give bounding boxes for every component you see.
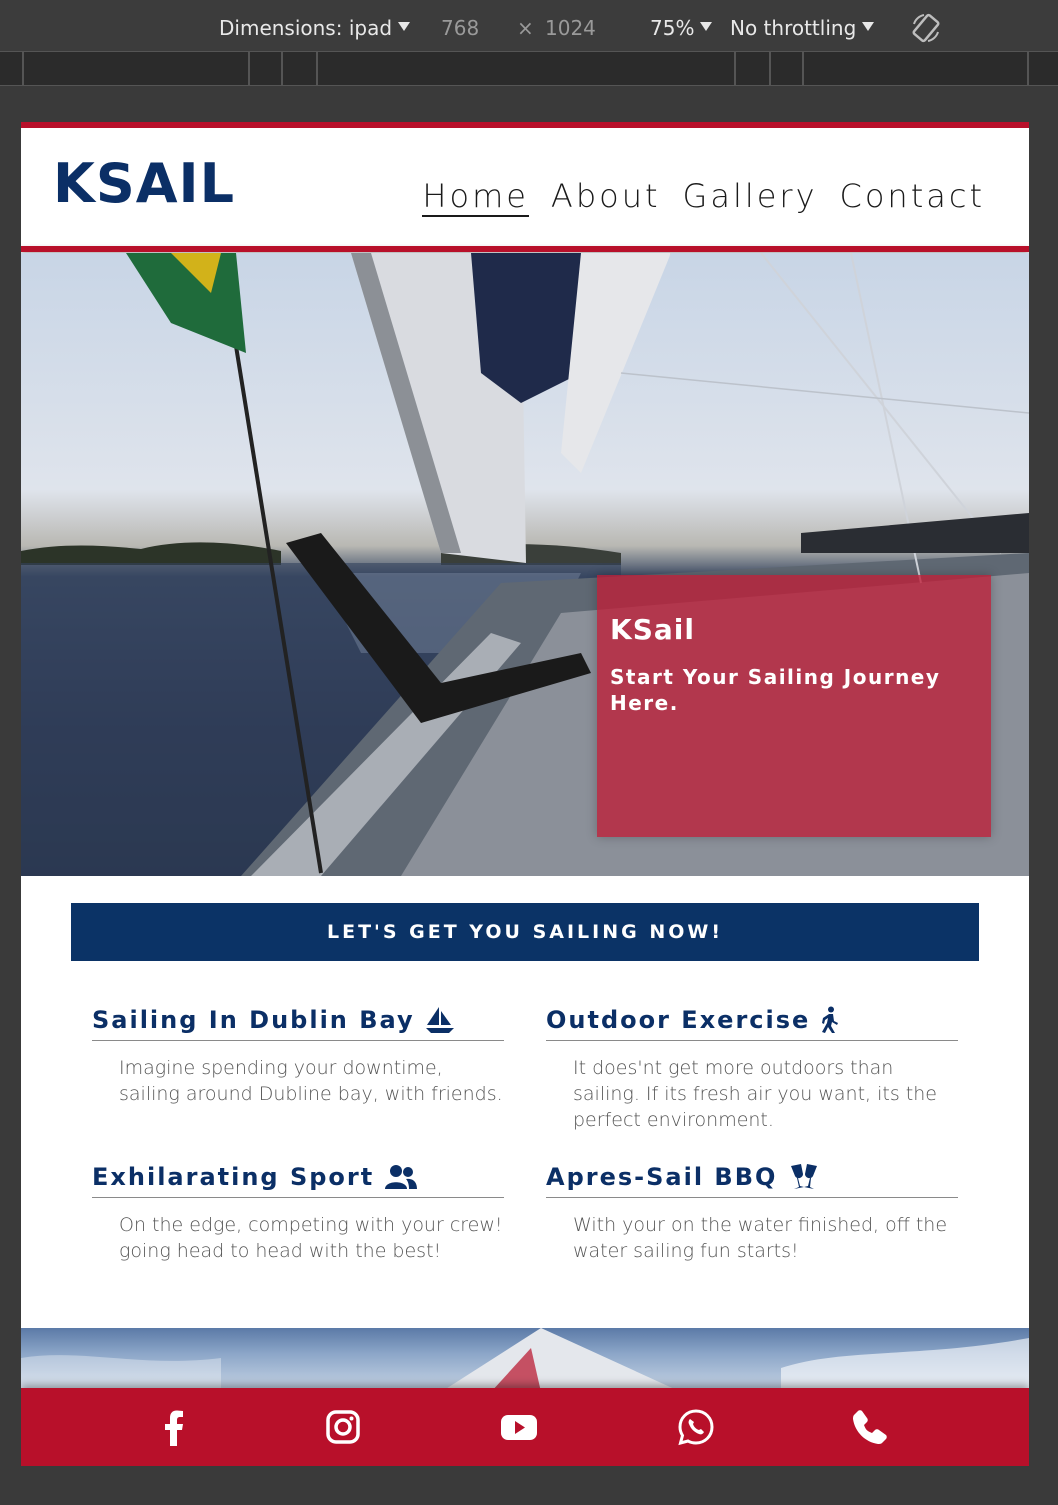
glass-cheers-icon <box>791 1164 818 1189</box>
main-nav: Home About Gallery Contact <box>422 177 985 217</box>
feature-text: With your on the water finished, off the… <box>573 1214 948 1262</box>
feature-text: On the edge, competing with your crew! g… <box>119 1214 503 1262</box>
nav-about[interactable]: About <box>551 177 661 217</box>
feature-title: Apres-Sail BBQ <box>546 1163 958 1198</box>
hero-title: KSail <box>610 613 695 646</box>
site-logo[interactable]: KSAIL <box>53 152 235 215</box>
zoom-dropdown[interactable]: 75% <box>650 16 713 40</box>
zoom-label: 75% <box>650 16 695 40</box>
height-input[interactable]: 1024 <box>545 16 596 40</box>
media-query-ruler[interactable] <box>0 52 1058 86</box>
footer-background-image <box>21 1328 1029 1392</box>
page-viewport: KSAIL Home About Gallery Contact KSail S… <box>21 122 1029 1466</box>
feature-title: Sailing In Dublin Bay <box>92 1006 504 1041</box>
throttling-label: No throttling <box>730 16 857 40</box>
feature-title: Exhilarating Sport <box>92 1163 504 1198</box>
dimensions-label: Dimensions: ipad <box>219 16 393 40</box>
nav-contact[interactable]: Contact <box>840 177 986 217</box>
rotate-icon[interactable] <box>908 10 944 46</box>
feature-exhilarating-sport: Exhilarating Sport On the edge, competin… <box>92 1163 504 1264</box>
youtube-icon[interactable] <box>500 1408 538 1446</box>
nav-home[interactable]: Home <box>422 177 529 217</box>
feature-apres-sail-bbq: Apres-Sail BBQ With your on the water fi… <box>546 1163 958 1264</box>
nav-gallery[interactable]: Gallery <box>683 177 818 217</box>
sailboat-icon <box>425 1007 454 1033</box>
hero-subtitle: Start Your Sailing Journey Here. <box>610 665 941 715</box>
dimension-separator: × <box>517 16 534 40</box>
feature-text: Imagine spending your downtime, sailing … <box>119 1057 503 1105</box>
feature-title: Outdoor Exercise <box>546 1006 958 1041</box>
facebook-icon[interactable] <box>155 1408 193 1446</box>
width-input[interactable]: 768 <box>441 16 479 40</box>
hero-image: KSail Start Your Sailing Journey Here. <box>21 253 1029 876</box>
feature-title-text: Sailing In Dublin Bay <box>92 1006 415 1034</box>
walking-icon <box>822 1006 839 1033</box>
feature-title-text: Apres-Sail BBQ <box>546 1163 778 1191</box>
header-divider <box>21 246 1029 252</box>
cta-button[interactable]: LET'S GET YOU SAILING NOW! <box>71 903 979 961</box>
chevron-down-icon <box>862 22 875 31</box>
feature-title-text: Outdoor Exercise <box>546 1006 811 1034</box>
feature-dublin-bay: Sailing In Dublin Bay Imagine spending y… <box>92 1006 504 1107</box>
phone-icon[interactable] <box>851 1408 889 1446</box>
feature-outdoor-exercise: Outdoor Exercise It does'nt get more out… <box>546 1006 958 1133</box>
users-icon <box>385 1165 418 1189</box>
feature-text: It does'nt get more outdoors than sailin… <box>573 1057 937 1131</box>
chevron-down-icon <box>700 22 713 31</box>
top-accent-line <box>21 122 1029 128</box>
feature-title-text: Exhilarating Sport <box>92 1163 375 1191</box>
throttling-dropdown[interactable]: No throttling <box>730 16 875 40</box>
devtools-toolbar: Dimensions: ipad 768 × 1024 75% No throt… <box>0 0 1058 52</box>
dimensions-dropdown[interactable]: Dimensions: ipad <box>219 16 411 40</box>
footer-social-bar <box>21 1388 1029 1466</box>
chevron-down-icon <box>398 22 411 31</box>
instagram-icon[interactable] <box>324 1408 362 1446</box>
whatsapp-icon[interactable] <box>677 1408 715 1446</box>
hero-overlay-card: KSail Start Your Sailing Journey Here. <box>597 575 991 837</box>
